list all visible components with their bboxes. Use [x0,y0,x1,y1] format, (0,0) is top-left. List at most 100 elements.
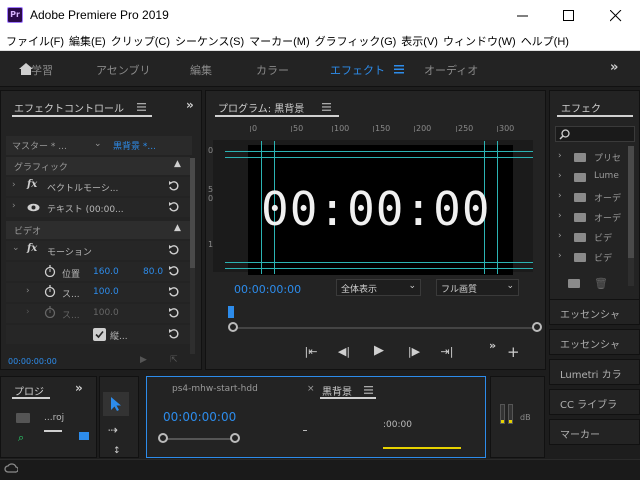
workspace-tab-color[interactable]: カラー [256,62,289,78]
program-monitor-tab[interactable]: プログラム: 黒背景 [218,100,304,115]
expand-chevron-icon[interactable]: › [558,231,562,241]
list-view-icon[interactable] [44,430,62,439]
work-area-bar[interactable] [383,447,461,449]
expand-chevron-icon[interactable]: › [558,211,562,221]
scrubber-out-handle[interactable] [532,322,542,332]
project-tab[interactable]: プロジ [14,383,44,398]
stopwatch-icon[interactable] [44,306,56,318]
scale-value[interactable]: 100.0 [93,287,119,297]
reset-icon[interactable] [168,201,180,213]
project-item-name[interactable]: ...roj [44,413,64,423]
reset-icon[interactable] [168,180,180,192]
reset-icon[interactable] [168,307,180,319]
search-find-icon[interactable]: ⌕ [18,431,24,445]
panel-more-button[interactable]: » [186,98,194,112]
menu-help[interactable]: ヘルプ(H) [519,33,572,49]
timeline-zoom-bar[interactable] [164,438,236,440]
effects-folder-presets[interactable]: › プリセ [558,150,636,166]
new-folder-icon[interactable] [568,279,580,288]
effects-folder-audio-effects[interactable]: › オーデ [558,190,636,206]
step-back-icon[interactable]: ◀| [337,345,351,359]
menu-graphics[interactable]: グラフィック(G) [313,33,400,49]
effect-controls-tab[interactable]: エフェクトコントロール [14,100,124,115]
expand-chevron-icon[interactable]: › [558,171,562,181]
maximize-button[interactable] [547,0,593,31]
track-select-tool-icon[interactable]: ⇢ [108,423,118,437]
expand-chevron-icon[interactable]: › [558,251,562,261]
panel-menu-icon[interactable] [364,386,373,394]
vertical-scrollbar[interactable] [628,146,634,286]
expand-chevron-icon[interactable]: › [26,307,30,317]
expand-chevron-icon[interactable]: › [12,180,16,190]
clip-label[interactable]: 黒背景 *... [113,139,156,152]
expand-chevron-down-icon[interactable]: ⌄ [12,243,20,253]
stopwatch-icon[interactable] [44,285,56,297]
effects-folder-lumetri[interactable]: › Lume [558,170,636,186]
go-to-out-icon[interactable]: ⇥| [440,345,454,359]
workspace-more-button[interactable]: » [610,60,618,75]
selection-tool-button[interactable] [103,392,129,416]
collapse-icon[interactable]: ▲ [174,159,181,169]
reset-icon[interactable] [168,286,180,298]
workspace-menu-icon[interactable] [394,65,404,74]
more-controls-button[interactable]: » [489,339,496,352]
menu-sequence[interactable]: シーケンス(S) [173,33,247,49]
reset-icon[interactable] [168,328,180,340]
menu-edit[interactable]: 編集(E) [67,33,109,49]
effects-folder-video-transitions[interactable]: › ビデ [558,250,636,266]
reset-icon[interactable] [168,265,180,277]
scrollbar-thumb[interactable] [190,158,195,268]
zoom-left-handle[interactable] [158,433,168,443]
step-forward-icon[interactable]: |▶ [407,345,421,359]
workspace-tab-editing[interactable]: 編集 [190,62,212,78]
panel-more-button[interactable]: » [75,381,83,395]
markers-panel[interactable]: マーカー [549,419,640,445]
minimize-button[interactable] [501,0,547,31]
menu-file[interactable]: ファイル(F) [4,33,67,49]
menu-view[interactable]: 表示(V) [399,33,441,49]
expand-chevron-icon[interactable]: › [558,191,562,201]
cc-libraries-panel[interactable]: CC ライブラ [549,389,640,415]
scrubber-in-handle[interactable] [228,322,238,332]
position-y-value[interactable]: 80.0 [143,267,163,277]
timeline-current-time[interactable]: 00:00:00:00 [163,410,236,424]
essential-graphics-panel[interactable]: エッセンシャ [549,299,640,325]
expand-chevron-icon[interactable]: › [558,151,562,161]
expand-chevron-icon[interactable]: › [12,201,16,211]
play-audio-icon[interactable]: ▶ [140,355,147,365]
lumetri-color-panel[interactable]: Lumetri カラ [549,359,640,385]
collapse-icon[interactable]: ▲ [174,223,181,233]
expand-chevron-icon[interactable]: › [26,286,30,296]
panel-menu-icon[interactable] [322,103,331,111]
workspace-tab-audio[interactable]: オーディオ [424,62,478,78]
zoom-right-handle[interactable] [230,433,240,443]
export-icon[interactable]: ⇱ [170,355,178,365]
timeline-tab-inactive[interactable]: ps4-mhw-start-hdd [172,384,258,394]
eye-icon[interactable] [27,203,40,212]
creative-cloud-icon[interactable] [4,462,18,474]
effects-folder-video-effects[interactable]: › ビデ [558,230,636,246]
playhead-marker[interactable] [228,306,234,318]
workspace-tab-assembly[interactable]: アセンブリ [96,62,150,78]
workspace-tab-effects[interactable]: エフェクト [330,62,385,78]
play-icon[interactable]: ▶ [372,343,386,358]
scrollbar-thumb[interactable] [628,146,634,258]
essential-sound-panel[interactable]: エッセンシャ [549,329,640,355]
stopwatch-icon[interactable] [44,265,56,277]
ec-current-time[interactable]: 00:00:00:00 [8,357,57,366]
quality-dropdown[interactable]: フル画質 ⌄ [436,279,519,296]
effects-tab[interactable]: エフェク [561,100,601,115]
master-label[interactable]: マスター * ... [12,139,67,152]
effects-folder-audio-transitions[interactable]: › オーデ [558,210,636,226]
position-x-value[interactable]: 160.0 [93,267,119,277]
trash-icon[interactable]: 🗑 [594,277,608,290]
menu-marker[interactable]: マーカー(M) [247,33,313,49]
panel-menu-icon[interactable] [137,103,146,111]
program-scrubber-bar[interactable] [231,327,537,329]
effects-search-input[interactable] [555,126,635,142]
menu-clip[interactable]: クリップ(C) [109,33,173,49]
menu-window[interactable]: ウィンドウ(W) [441,33,519,49]
add-button-icon[interactable]: + [507,343,520,361]
vertical-scrollbar[interactable] [190,158,195,354]
close-tab-icon[interactable]: × [307,384,315,394]
